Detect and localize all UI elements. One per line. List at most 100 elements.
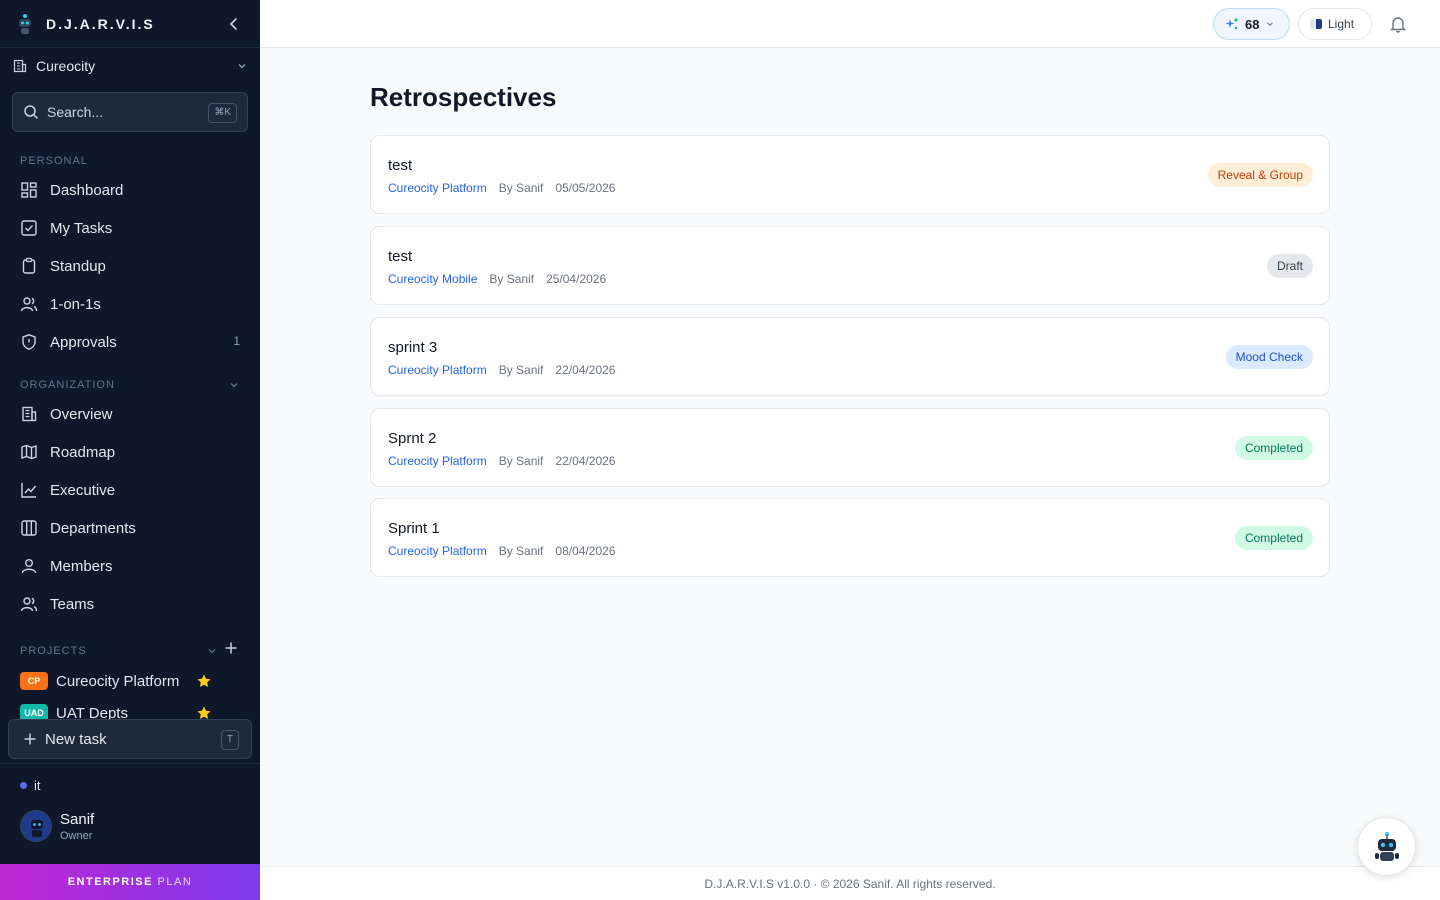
- sidebar: D.J.A.R.V.I.S Cureocity ⌘K PERSONAL: [0, 0, 260, 900]
- nav-item-overview[interactable]: Overview: [12, 397, 248, 431]
- add-project-icon[interactable]: [224, 641, 238, 655]
- retro-date: 22/04/2026: [555, 454, 616, 468]
- retro-title: test: [388, 157, 413, 174]
- star-icon[interactable]: [196, 673, 212, 689]
- nav-item-1-on-1s[interactable]: 1-on-1s: [12, 287, 248, 321]
- shield-icon: [22, 334, 36, 350]
- status-badge: Draft: [1266, 254, 1313, 278]
- search-box[interactable]: ⌘K: [12, 92, 248, 132]
- theme-label: Light: [1328, 17, 1355, 31]
- new-task-shortcut: T: [220, 730, 239, 750]
- nav-label: Roadmap: [50, 443, 116, 461]
- retro-date: 05/05/2026: [555, 181, 616, 195]
- workspace-name: Cureocity: [36, 58, 96, 74]
- robot-logo-icon: [19, 13, 31, 34]
- topbar: 68 Light: [260, 0, 1440, 48]
- robot-assistant-icon: [1374, 831, 1399, 861]
- chevron-down-icon: [1267, 22, 1274, 27]
- users-icon: [20, 297, 38, 312]
- nav-label: Executive: [50, 481, 116, 499]
- nav-label: Overview: [50, 405, 113, 423]
- retro-project-link[interactable]: Cureocity Platform: [388, 363, 487, 377]
- project-name: Cureocity Platform: [56, 672, 180, 690]
- avatar: [20, 810, 52, 842]
- plan-label: PLAN: [157, 876, 193, 888]
- plan-banner[interactable]: ENTERPRISE PLAN: [0, 864, 260, 900]
- check-square-icon: [21, 220, 37, 236]
- retro-project-link[interactable]: Cureocity Platform: [388, 454, 487, 468]
- robot-avatar-icon: [21, 811, 51, 841]
- chevron-down-icon[interactable]: [206, 645, 218, 657]
- nav-label: 1-on-1s: [50, 295, 101, 313]
- retro-project-link[interactable]: Cureocity Platform: [388, 544, 487, 558]
- nav-label: Approvals: [50, 333, 117, 351]
- section-label-personal: PERSONAL: [20, 155, 88, 167]
- retro-card[interactable]: sprint 3 Cureocity Platform By Sanif 22/…: [370, 317, 1330, 396]
- retro-title: Sprint 1: [388, 520, 440, 537]
- retro-title: Sprnt 2: [388, 430, 437, 447]
- nav-item-roadmap[interactable]: Roadmap: [12, 435, 248, 469]
- search-shortcut: ⌘K: [208, 103, 237, 123]
- chevron-left-icon[interactable]: [226, 16, 242, 32]
- bell-icon[interactable]: [1389, 15, 1407, 33]
- retro-author: By Sanif: [498, 454, 544, 468]
- assistant-button[interactable]: [1357, 817, 1416, 876]
- retro-date: 22/04/2026: [555, 363, 616, 377]
- chart-line-icon: [21, 483, 37, 498]
- columns-icon: [21, 520, 37, 536]
- retro-title: sprint 3: [388, 339, 438, 356]
- retro-author: By Sanif: [489, 272, 535, 286]
- search-input[interactable]: [47, 104, 197, 120]
- brand-name: D.J.A.R.V.I.S: [46, 15, 155, 32]
- retro-card[interactable]: test Cureocity Platform By Sanif 05/05/2…: [370, 135, 1330, 214]
- chevron-down-icon[interactable]: [228, 379, 240, 391]
- status-badge: Completed: [1234, 526, 1313, 550]
- retro-author: By Sanif: [498, 544, 544, 558]
- dashboard-icon: [21, 182, 37, 198]
- status-badge: Completed: [1234, 436, 1313, 460]
- points-button[interactable]: 68: [1213, 8, 1290, 40]
- page-title: Retrospectives: [370, 82, 557, 112]
- nav-item-approvals[interactable]: Approvals 1: [12, 325, 248, 359]
- nav-label: Dashboard: [50, 181, 124, 199]
- nav-label: Teams: [50, 595, 95, 613]
- sidebar-divider: [0, 763, 260, 764]
- retro-project-link[interactable]: Cureocity Platform: [388, 181, 487, 195]
- building-icon: [22, 406, 37, 422]
- workspace-switcher[interactable]: Cureocity: [12, 52, 248, 80]
- nav-label: Departments: [50, 519, 136, 537]
- retro-date: 08/04/2026: [555, 544, 616, 558]
- retro-card[interactable]: test Cureocity Mobile By Sanif 25/04/202…: [370, 226, 1330, 305]
- plus-icon: [24, 733, 36, 745]
- user-icon: [21, 559, 37, 574]
- project-badge: CP: [20, 672, 48, 690]
- nav-item-standup[interactable]: Standup: [12, 249, 248, 283]
- user-role: Owner: [60, 829, 93, 842]
- nav-label: Standup: [50, 257, 106, 275]
- building-icon: [13, 59, 27, 73]
- map-icon: [21, 444, 37, 460]
- sparkles-icon: [1225, 18, 1238, 30]
- theme-swatch-icon: [1310, 19, 1322, 29]
- user-status[interactable]: it: [20, 778, 41, 793]
- nav-item-members[interactable]: Members: [12, 549, 248, 583]
- new-task-button[interactable]: New task T: [8, 719, 252, 759]
- plan-tier: ENTERPRISE: [67, 876, 153, 888]
- retro-card[interactable]: Sprint 1 Cureocity Platform By Sanif 08/…: [370, 498, 1330, 577]
- new-task-label: New task: [45, 730, 107, 748]
- nav-item-dashboard[interactable]: Dashboard: [12, 173, 248, 207]
- clipboard-icon: [22, 257, 36, 274]
- theme-toggle[interactable]: Light: [1298, 8, 1372, 40]
- retro-title: test: [388, 248, 413, 265]
- retro-project-link[interactable]: Cureocity Mobile: [388, 272, 477, 286]
- user-profile[interactable]: Sanif Owner: [20, 810, 94, 842]
- retro-card[interactable]: Sprnt 2 Cureocity Platform By Sanif 22/0…: [370, 408, 1330, 487]
- nav-item-executive[interactable]: Executive: [12, 473, 248, 507]
- nav-item-teams[interactable]: Teams: [12, 587, 248, 621]
- status-text: it: [34, 778, 41, 793]
- project-item-cureocity-platform[interactable]: CP Cureocity Platform: [20, 669, 240, 693]
- brand[interactable]: D.J.A.R.V.I.S: [0, 0, 260, 48]
- nav-item-departments[interactable]: Departments: [12, 511, 248, 545]
- users-icon: [20, 597, 38, 612]
- nav-item-my-tasks[interactable]: My Tasks: [12, 211, 248, 245]
